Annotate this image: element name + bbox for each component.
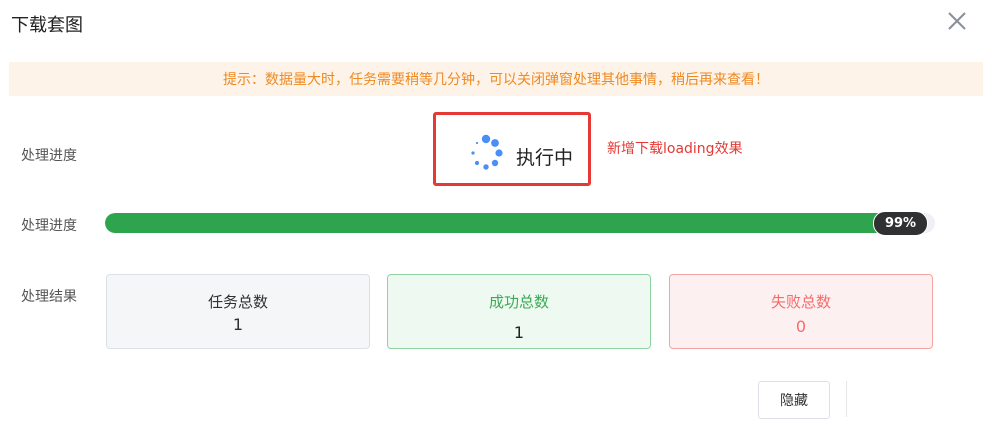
notice-banner: 提示：数据量大时，任务需要稍等几分钟，可以关闭弹窗处理其他事情，稍后再来查看！ — [9, 62, 983, 96]
hide-button[interactable]: 隐藏 — [758, 381, 830, 419]
footer-divider — [846, 381, 847, 417]
failure-count-value: 0 — [795, 317, 807, 336]
annotation-note: 新增下载loading效果 — [607, 141, 743, 157]
result-label: 处理结果 — [21, 289, 77, 305]
success-count-card: 成功总数 1 — [387, 274, 651, 349]
loading-spinner-icon — [471, 134, 503, 170]
status-text: 执行中 — [516, 147, 574, 169]
total-tasks-value: 1 — [232, 315, 244, 334]
dialog-title: 下载套图 — [11, 15, 83, 36]
total-tasks-card: 任务总数 1 — [106, 274, 370, 349]
progress-fill — [105, 213, 927, 233]
failure-count-title: 失败总数 — [770, 293, 831, 311]
progress-track — [105, 213, 935, 233]
failure-count-card: 失败总数 0 — [669, 274, 933, 349]
total-tasks-title: 任务总数 — [207, 293, 268, 311]
status-label: 处理进度 — [21, 148, 77, 164]
progress-percent-badge: 99% — [873, 211, 928, 236]
success-count-title: 成功总数 — [488, 293, 549, 311]
close-icon[interactable] — [946, 10, 968, 32]
progress-label: 处理进度 — [21, 218, 77, 234]
notice-text: 提示：数据量大时，任务需要稍等几分钟，可以关闭弹窗处理其他事情，稍后再来查看！ — [223, 72, 769, 88]
success-count-value: 1 — [513, 323, 525, 342]
